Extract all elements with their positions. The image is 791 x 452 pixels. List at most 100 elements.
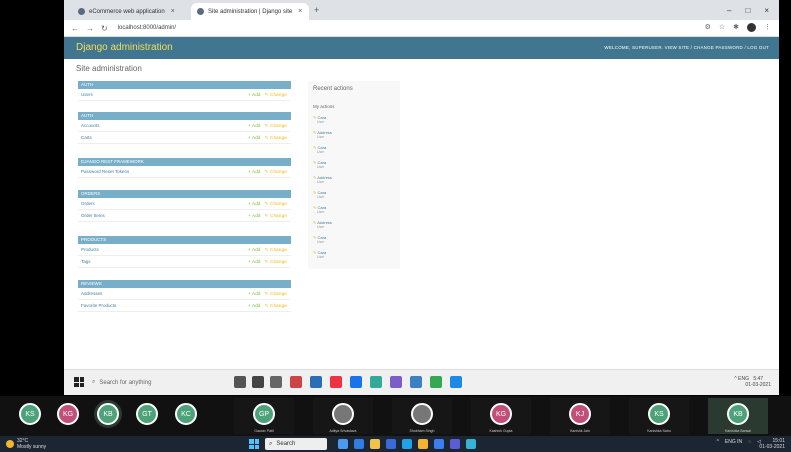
edge-icon[interactable] [350,376,362,388]
change-link[interactable]: ✎ Change [265,303,287,308]
inner-clock[interactable]: 5:47 01-03-2021 [745,376,771,388]
add-link[interactable]: + Add [248,135,261,140]
task-view-icon[interactable] [252,376,264,388]
add-link[interactable]: + Add [248,247,261,252]
participant-tile[interactable]: Shubham Singh [392,398,452,434]
change-link[interactable]: ✎ Change [265,135,287,140]
recent-action-item[interactable]: ✎ Address User [313,130,332,139]
taskbar-search[interactable]: ⌕ Search for anything [92,376,222,389]
menu-dots-icon[interactable]: ⋮ [764,23,771,32]
model-link[interactable]: Users [81,92,93,97]
model-link[interactable]: Addresses [81,291,102,296]
app-icon[interactable] [466,439,476,449]
minimize-button[interactable]: – [727,6,731,15]
app-icon[interactable] [290,376,302,388]
add-link[interactable]: + Add [248,201,261,206]
extension-icon[interactable]: ⚙ [705,23,711,32]
participant-tile[interactable]: KB Kanishka Bansal [708,398,768,434]
browser-tab-active[interactable]: Site administration | Django site × [191,3,309,20]
add-link[interactable]: + Add [248,123,261,128]
add-link[interactable]: + Add [248,169,261,174]
chevron-up-icon[interactable]: ^ [717,439,719,445]
module-caption[interactable]: REVIEWS [78,280,291,288]
participant-avatar[interactable]: KB [97,403,119,425]
change-link[interactable]: ✎ Change [265,123,287,128]
new-tab-icon[interactable]: + [314,5,319,15]
participant-tile[interactable]: KJ Kanishk Jain [550,398,610,434]
start-windows-icon[interactable] [249,439,259,449]
participant-tile[interactable]: KS Kanishka Sahu [629,398,689,434]
user-tools[interactable]: WELCOME, SUPERUSER. VIEW SITE / CHANGE P… [604,45,769,50]
participant-avatar[interactable]: KS [19,403,41,425]
browser-tab[interactable]: eCommerce web application × [72,3,190,20]
change-link[interactable]: ✎ Change [265,213,287,218]
start-windows-icon[interactable] [74,377,84,387]
model-link[interactable]: Favorite Products [81,303,116,308]
module-caption[interactable]: AUTH [78,112,291,120]
chrome-icon[interactable] [330,376,342,388]
close-tab-icon[interactable]: × [171,8,175,15]
recent-action-item[interactable]: ✎ Address User [313,175,332,184]
model-link[interactable]: Tags [81,259,91,264]
module-caption[interactable]: ORDERS [78,190,291,198]
network-icon[interactable]: ◌ [748,439,751,445]
app-icon[interactable] [338,439,348,449]
app-icon[interactable] [418,439,428,449]
model-link[interactable]: Order Items [81,213,105,218]
app-icon[interactable] [434,439,444,449]
model-link[interactable]: Password Reset Tokens [81,169,129,174]
change-link[interactable]: ✎ Change [265,92,287,97]
file-explorer-icon[interactable] [270,376,282,388]
participant-tile[interactable]: GP Gaurav Patil [234,398,294,434]
app-icon[interactable] [402,439,412,449]
app-icon[interactable] [370,376,382,388]
app-icon[interactable] [310,376,322,388]
add-link[interactable]: + Add [248,92,261,97]
participant-avatar[interactable]: KC [175,403,197,425]
participant-tile[interactable]: Aditya Srivastava [313,398,373,434]
add-link[interactable]: + Add [248,291,261,296]
file-explorer-icon[interactable] [370,439,380,449]
app-icon[interactable] [386,439,396,449]
module-caption[interactable]: PRODUCTS [78,236,291,244]
module-caption[interactable]: AUTH [78,81,291,89]
add-link[interactable]: + Add [248,259,261,264]
app-icon[interactable] [450,439,460,449]
maximize-button[interactable]: □ [745,6,750,15]
host-clock[interactable]: 15:01 01-03-2021 [759,438,785,450]
add-link[interactable]: + Add [248,213,261,218]
participant-avatar[interactable]: KG [57,403,79,425]
model-link[interactable]: Products [81,247,99,252]
back-arrow-icon[interactable]: ← [71,24,79,33]
url-field[interactable]: localhost:8000/admin/ [118,25,176,31]
cortana-icon[interactable] [234,376,246,388]
recent-action-item[interactable]: ✎ Cara User [313,160,326,169]
app-icon[interactable] [410,376,422,388]
extensions-puzzle-icon[interactable]: ✱ [733,23,739,32]
app-icon[interactable] [430,376,442,388]
close-tab-icon[interactable]: × [298,8,302,15]
recent-action-item[interactable]: ✎ Cara User [313,145,326,154]
change-link[interactable]: ✎ Change [265,201,287,206]
forward-arrow-icon[interactable]: → [86,24,94,33]
change-link[interactable]: ✎ Change [265,169,287,174]
recent-action-item[interactable]: ✎ Cara User [313,235,326,244]
model-link[interactable]: Accounts [81,123,100,128]
host-search-box[interactable]: ⌕ Search [265,438,327,450]
language-indicator[interactable]: ENG IN [725,439,742,445]
profile-avatar[interactable] [747,23,756,32]
weather-widget[interactable]: 32°C Mostly sunny [6,438,46,450]
module-caption[interactable]: DJANGO REST FRAMEWORK [78,158,291,166]
participant-avatar[interactable]: GT [136,403,158,425]
vscode-icon[interactable] [450,376,462,388]
participant-tile[interactable]: KG Kashish Gupta [471,398,531,434]
model-link[interactable]: Carts [81,135,92,140]
change-link[interactable]: ✎ Change [265,291,287,296]
change-link[interactable]: ✎ Change [265,259,287,264]
reload-icon[interactable]: ↻ [101,24,108,33]
change-link[interactable]: ✎ Change [265,247,287,252]
bookmark-star-icon[interactable]: ☆ [719,23,725,32]
recent-action-item[interactable]: ✎ Cara User [313,250,326,259]
recent-action-item[interactable]: ✎ Address User [313,220,332,229]
admin-brand[interactable]: Django administration [76,42,173,53]
